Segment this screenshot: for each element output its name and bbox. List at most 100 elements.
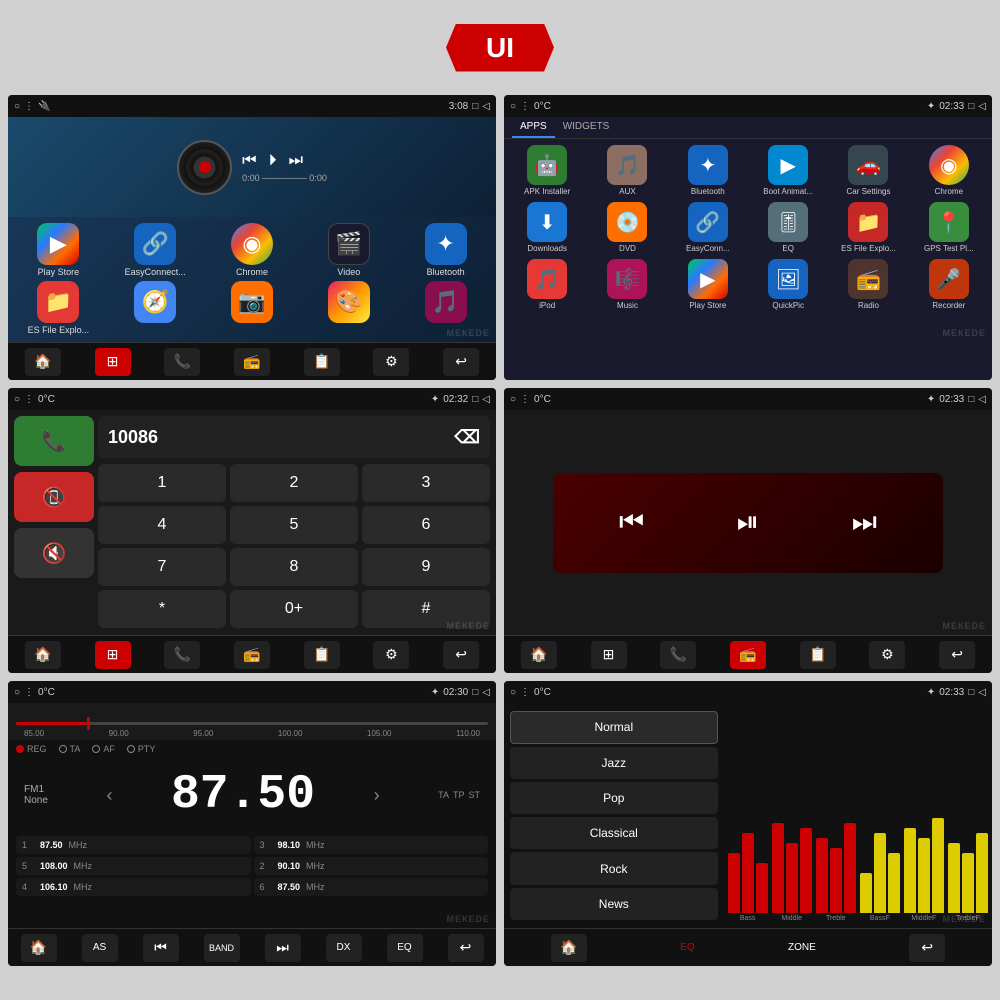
s4-nav-settings[interactable]: ⚙ (869, 641, 905, 669)
preset-1[interactable]: 1 87.50 MHz (16, 836, 251, 854)
drawer-carsettings[interactable]: 🚗 Car Settings (831, 145, 905, 196)
s3-nav-apps[interactable]: ⊞ (95, 641, 131, 669)
prev-icon[interactable]: ⏮ (242, 152, 256, 170)
backspace-icon[interactable]: ⌫ (455, 427, 480, 448)
s6-nav-back[interactable]: ↩ (909, 934, 945, 962)
call-button[interactable]: 📞 (14, 416, 94, 466)
app-playstore[interactable]: ▶ Play Store (12, 223, 105, 277)
key-9[interactable]: 9 (362, 548, 490, 586)
s3-nav-home[interactable]: 🏠 (25, 641, 61, 669)
mute-button[interactable]: 🔇 (14, 528, 94, 578)
drawer-downloads[interactable]: ⬇ Downloads (510, 202, 584, 253)
tab-apps[interactable]: APPS (512, 117, 555, 138)
drawer-aux[interactable]: 🎵 AUX (590, 145, 664, 196)
drawer-music[interactable]: 🎼 Music (590, 259, 664, 310)
hangup-button[interactable]: 📵 (14, 472, 94, 522)
play-pause-button[interactable]: ⏯ (737, 506, 759, 539)
preset-5[interactable]: 5 108.00 MHz (16, 857, 251, 875)
fm-opt-ta[interactable]: TA (59, 744, 81, 754)
play-icon[interactable]: ⏵ (269, 152, 277, 170)
nav-apps[interactable]: ⊞ (95, 348, 131, 376)
fm-opt-af[interactable]: AF (92, 744, 115, 754)
nav-phone[interactable]: 📞 (164, 348, 200, 376)
s4-nav-apps[interactable]: ⊞ (591, 641, 627, 669)
s3-nav-radio[interactable]: 📻 (234, 641, 270, 669)
s3-nav-phone[interactable]: 📞 (164, 641, 200, 669)
nav-settings[interactable]: ⚙ (373, 348, 409, 376)
app-music[interactable]: 🎵 (399, 281, 492, 335)
key-2[interactable]: 2 (230, 464, 358, 502)
key-0[interactable]: 0+ (230, 590, 358, 628)
s5-nav-prev[interactable]: ⏮ (143, 934, 179, 962)
nav-radio[interactable]: 📻 (234, 348, 270, 376)
prev-track-button[interactable]: ⏮ (619, 506, 644, 539)
s5-nav-back[interactable]: ↩ (448, 934, 484, 962)
key-7[interactable]: 7 (98, 548, 226, 586)
preset-rock[interactable]: Rock (510, 852, 718, 884)
nav-notes[interactable]: 📋 (304, 348, 340, 376)
s5-nav-band[interactable]: BAND (204, 934, 240, 962)
app-video[interactable]: 🎬 Video (302, 223, 395, 277)
key-8[interactable]: 8 (230, 548, 358, 586)
preset-6[interactable]: 6 87.50 MHz (254, 878, 489, 896)
s5-nav-next[interactable]: ⏭ (265, 934, 301, 962)
s4-nav-home[interactable]: 🏠 (521, 641, 557, 669)
app-gallery[interactable]: 🎨 (302, 281, 395, 335)
drawer-esfile[interactable]: 📁 ES File Explo... (831, 202, 905, 253)
preset-3[interactable]: 3 98.10 MHz (254, 836, 489, 854)
key-4[interactable]: 4 (98, 506, 226, 544)
s4-nav-back[interactable]: ↩ (939, 641, 975, 669)
s5-nav-home[interactable]: 🏠 (21, 934, 57, 962)
drawer-recorder[interactable]: 🎤 Recorder (912, 259, 986, 310)
preset-classical[interactable]: Classical (510, 817, 718, 849)
s5-nav-eq[interactable]: EQ (387, 934, 423, 962)
app-esfile[interactable]: 📁 ES File Explo... (12, 281, 105, 335)
app-maps[interactable]: 🧭 (109, 281, 202, 335)
preset-normal[interactable]: Normal (510, 711, 718, 744)
preset-2[interactable]: 2 90.10 MHz (254, 857, 489, 875)
drawer-apk[interactable]: 🤖 APK Installer (510, 145, 584, 196)
drawer-eq[interactable]: 🎚 EQ (751, 202, 825, 253)
tab-widgets[interactable]: WIDGETS (555, 117, 618, 138)
s6-nav-eq[interactable]: EQ (680, 942, 694, 953)
s3-nav-back[interactable]: ↩ (443, 641, 479, 669)
drawer-bluetooth[interactable]: ✦ Bluetooth (671, 145, 745, 196)
s5-nav-dx[interactable]: DX (326, 934, 362, 962)
preset-pop[interactable]: Pop (510, 782, 718, 814)
key-1[interactable]: 1 (98, 464, 226, 502)
preset-4[interactable]: 4 106.10 MHz (16, 878, 251, 896)
drawer-easyconn[interactable]: 🔗 EasyConn... (671, 202, 745, 253)
fm-opt-reg[interactable]: REG (16, 744, 47, 754)
app-bluetooth[interactable]: ✦ Bluetooth (399, 223, 492, 277)
drawer-playstore[interactable]: ▶ Play Store (671, 259, 745, 310)
fm-opt-pty[interactable]: PTY (127, 744, 156, 754)
key-6[interactable]: 6 (362, 506, 490, 544)
s4-nav-notes[interactable]: 📋 (800, 641, 836, 669)
s5-nav-as[interactable]: AS (82, 934, 118, 962)
key-3[interactable]: 3 (362, 464, 490, 502)
s6-nav-home[interactable]: 🏠 (551, 934, 587, 962)
key-5[interactable]: 5 (230, 506, 358, 544)
s4-nav-phone[interactable]: 📞 (660, 641, 696, 669)
drawer-gps[interactable]: 📍 GPS Test Pl... (912, 202, 986, 253)
preset-jazz[interactable]: Jazz (510, 747, 718, 779)
drawer-quickpic[interactable]: 🖼 QuickPic (751, 259, 825, 310)
drawer-radio[interactable]: 📻 Radio (831, 259, 905, 310)
s4-nav-radio[interactable]: 📻 (730, 641, 766, 669)
next-track-button[interactable]: ⏭ (852, 506, 877, 539)
s6-nav-zone[interactable]: ZONE (788, 942, 816, 953)
s3-nav-settings[interactable]: ⚙ (373, 641, 409, 669)
app-chrome[interactable]: ◉ Chrome (206, 223, 299, 277)
drawer-chrome[interactable]: ◉ Chrome (912, 145, 986, 196)
drawer-dvd[interactable]: 💿 DVD (590, 202, 664, 253)
app-easyconnect[interactable]: 🔗 EasyConnect... (109, 223, 202, 277)
s3-nav-notes[interactable]: 📋 (304, 641, 340, 669)
nav-back[interactable]: ↩ (443, 348, 479, 376)
key-star[interactable]: * (98, 590, 226, 628)
prev-freq-button[interactable]: ‹ (106, 785, 112, 806)
drawer-ipod[interactable]: 🎵 iPod (510, 259, 584, 310)
nav-home[interactable]: 🏠 (25, 348, 61, 376)
next-freq-button[interactable]: › (374, 785, 380, 806)
app-camera[interactable]: 📷 (206, 281, 299, 335)
next-icon[interactable]: ⏭ (289, 152, 303, 170)
